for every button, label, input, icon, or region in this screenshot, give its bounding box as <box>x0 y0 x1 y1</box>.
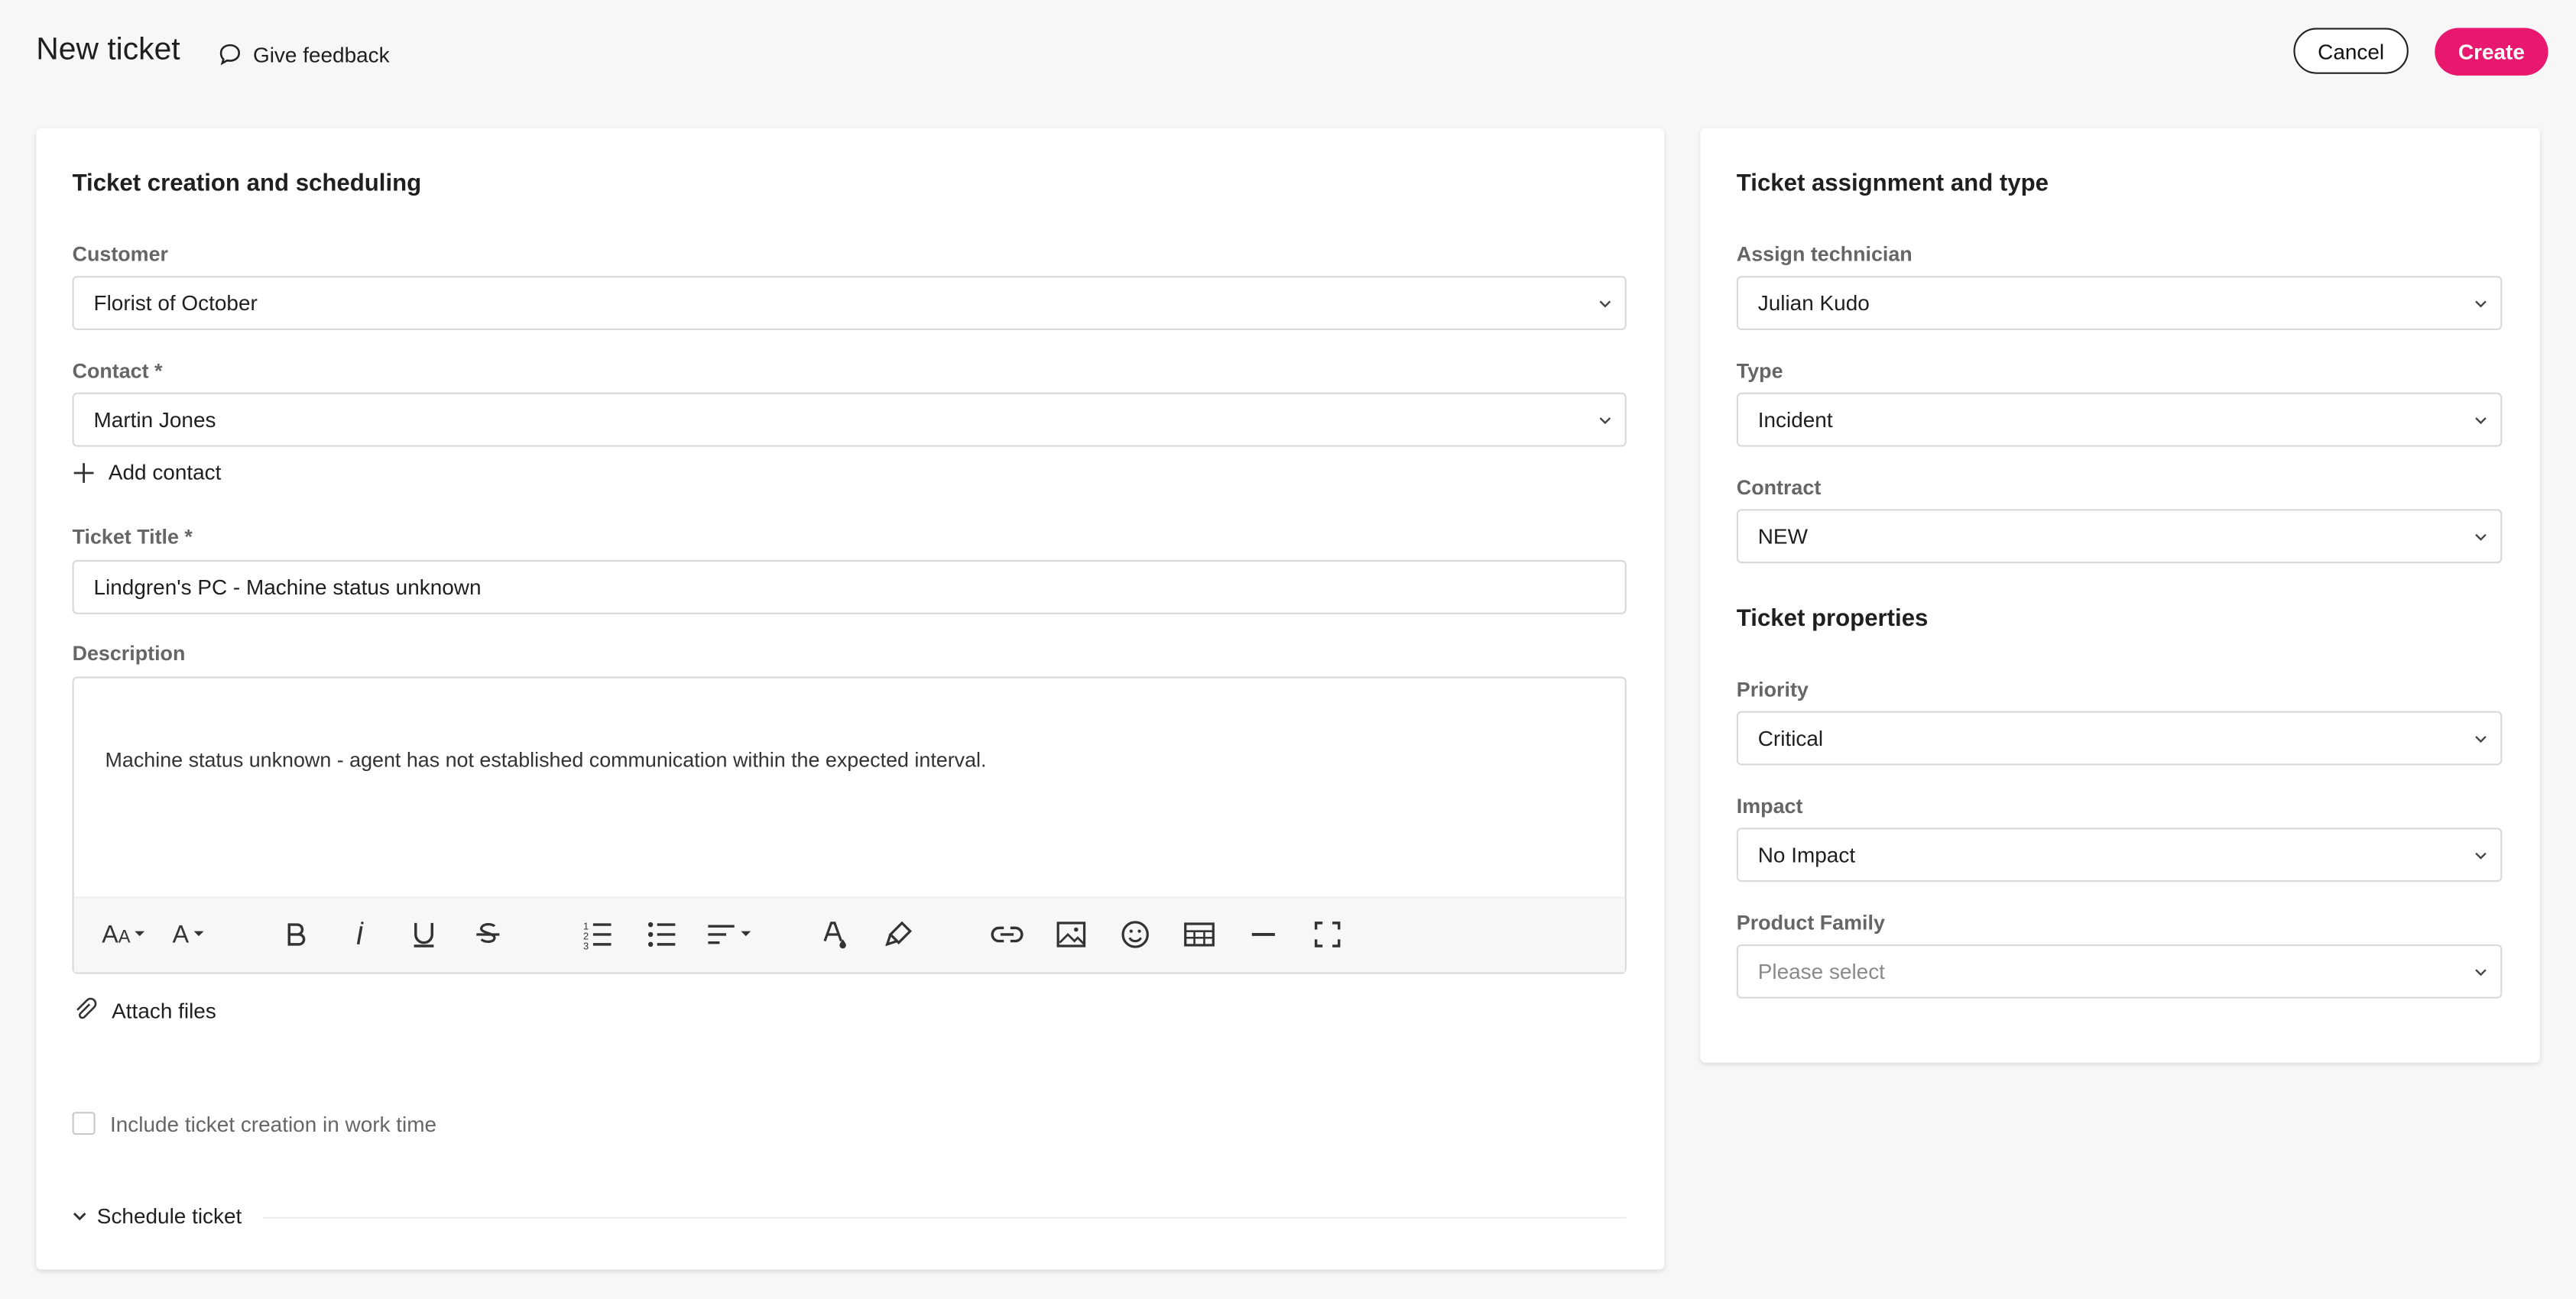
cancel-button[interactable]: Cancel <box>2293 28 2409 74</box>
chevron-down-icon <box>73 1212 86 1221</box>
ticket-assignment-card: Ticket assignment and type Assign techni… <box>1700 128 2540 1063</box>
customer-select[interactable]: Florist of October <box>72 276 1627 331</box>
customer-label: Customer <box>72 243 168 267</box>
contract-value: NEW <box>1757 523 1808 549</box>
paperclip-icon <box>76 997 97 1019</box>
svg-text:A: A <box>118 928 131 948</box>
attach-files-label: Attach files <box>112 997 216 1022</box>
description-text[interactable]: Machine status unknown - agent has not e… <box>105 749 987 772</box>
type-label: Type <box>1736 359 1783 383</box>
section-title-properties: Ticket properties <box>1736 606 1929 633</box>
font-family-icon[interactable]: A <box>169 918 215 951</box>
unordered-list-icon[interactable] <box>644 918 680 951</box>
impact-label: Impact <box>1736 795 1803 818</box>
fullscreen-icon[interactable] <box>1309 918 1345 951</box>
section-title-assignment: Ticket assignment and type <box>1736 170 2049 197</box>
chevron-down-icon <box>1599 300 1611 308</box>
product-family-select[interactable]: Please select <box>1736 944 2503 999</box>
svg-text:3: 3 <box>583 940 589 951</box>
chevron-down-icon <box>2475 852 2487 860</box>
svg-text:A: A <box>102 921 118 948</box>
align-icon[interactable] <box>705 918 758 951</box>
chevron-down-icon <box>2475 533 2487 541</box>
divider <box>262 1216 1627 1219</box>
priority-select[interactable]: Critical <box>1736 711 2503 766</box>
description-label: Description <box>72 642 186 666</box>
type-value: Incident <box>1757 407 1833 432</box>
underline-icon[interactable] <box>406 918 442 951</box>
ticket-title-label: Ticket Title * <box>72 525 193 549</box>
text-color-icon[interactable] <box>816 918 852 951</box>
svg-text:A: A <box>173 921 190 948</box>
ticket-title-value: Lindgren's PC - Machine status unknown <box>93 575 482 600</box>
ticket-title-input[interactable]: Lindgren's PC - Machine status unknown <box>72 559 1627 614</box>
description-editor[interactable]: Machine status unknown - agent has not e… <box>72 676 1627 974</box>
section-title-creation: Ticket creation and scheduling <box>72 170 422 197</box>
include-work-time-checkbox[interactable] <box>72 1112 96 1135</box>
strikethrough-icon[interactable] <box>470 918 506 951</box>
priority-value: Critical <box>1757 725 1824 751</box>
impact-value: No Impact <box>1757 842 1856 867</box>
chevron-down-icon <box>1599 417 1611 425</box>
technician-select[interactable]: Julian Kudo <box>1736 276 2503 331</box>
attach-files-button[interactable]: Attach files <box>73 997 216 1023</box>
chat-bubble-icon <box>219 44 241 66</box>
create-button[interactable]: Create <box>2435 28 2548 76</box>
contract-label: Contract <box>1736 476 1822 500</box>
give-feedback-label: Give feedback <box>252 41 390 67</box>
contract-select[interactable]: NEW <box>1736 509 2503 564</box>
editor-toolbar: AA A 123 <box>73 896 1625 973</box>
link-icon[interactable] <box>989 918 1025 951</box>
plus-icon <box>73 462 94 482</box>
highlight-icon[interactable] <box>881 918 917 951</box>
ordered-list-icon[interactable]: 123 <box>580 918 616 951</box>
contact-value: Martin Jones <box>93 407 216 432</box>
priority-label: Priority <box>1736 678 1809 701</box>
assign-technician-label: Assign technician <box>1736 243 1913 267</box>
product-family-placeholder: Please select <box>1757 959 1885 984</box>
bold-icon[interactable] <box>277 918 313 951</box>
font-size-icon[interactable]: AA <box>100 918 153 951</box>
contact-select[interactable]: Martin Jones <box>72 392 1627 447</box>
include-work-time-label: Include ticket creation in work time <box>110 1112 437 1137</box>
customer-value: Florist of October <box>93 290 258 316</box>
schedule-ticket-label: Schedule ticket <box>96 1203 242 1229</box>
chevron-down-icon <box>2475 417 2487 425</box>
table-icon[interactable] <box>1181 918 1217 951</box>
schedule-ticket-toggle[interactable]: Schedule ticket <box>73 1203 242 1229</box>
add-contact-label: Add contact <box>108 459 222 485</box>
page-title: New ticket <box>36 32 180 68</box>
impact-select[interactable]: No Impact <box>1736 828 2503 883</box>
horizontal-rule-icon[interactable] <box>1245 918 1281 951</box>
italic-icon[interactable] <box>342 918 378 951</box>
type-select[interactable]: Incident <box>1736 392 2503 447</box>
add-contact-button[interactable]: Add contact <box>73 459 222 485</box>
chevron-down-icon <box>2475 969 2487 977</box>
chevron-down-icon <box>2475 300 2487 308</box>
product-family-label: Product Family <box>1736 911 1885 935</box>
give-feedback-link[interactable]: Give feedback <box>217 41 390 67</box>
chevron-down-icon <box>2475 736 2487 743</box>
contact-label: Contact * <box>72 359 163 383</box>
image-icon[interactable] <box>1053 918 1089 951</box>
technician-value: Julian Kudo <box>1757 290 1870 316</box>
emoji-icon[interactable] <box>1118 918 1153 951</box>
ticket-creation-card: Ticket creation and scheduling Customer … <box>36 128 1665 1270</box>
